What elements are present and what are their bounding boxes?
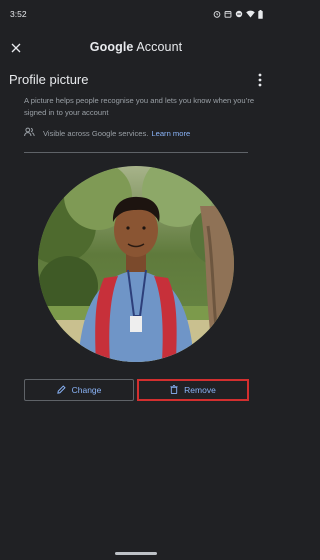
divider [24,152,248,153]
app-bar: Google Account [0,33,272,63]
remove-label: Remove [184,385,216,395]
calendar-icon [224,10,232,18]
more-vert-icon[interactable] [254,71,266,89]
remove-button[interactable]: Remove [137,379,249,401]
change-label: Change [71,385,102,395]
trash-icon [170,384,178,396]
status-time: 3:52 [10,9,27,19]
pencil-icon [56,384,66,396]
visibility-row: Visible across Google services. Learn mor… [24,127,190,139]
people-icon [24,127,35,139]
dnd-icon [235,10,243,18]
app-title: Google Account [0,40,272,54]
profile-picture-description: A picture helps people recognise you and… [24,96,255,117]
change-button[interactable]: Change [24,379,134,401]
app-title-suffix: Account [133,40,183,54]
wifi-icon [246,10,255,18]
status-icons [213,9,263,19]
battery-icon [258,9,263,19]
page-title: Profile picture [9,72,89,87]
home-indicator[interactable] [115,552,157,555]
status-bar: 3:52 [0,0,272,28]
app-title-brand: Google [89,40,134,54]
learn-more-link[interactable]: Learn more [151,129,190,138]
visibility-text: Visible across Google services. [43,128,149,138]
profile-photo [38,166,234,362]
alarm-icon [213,10,221,18]
